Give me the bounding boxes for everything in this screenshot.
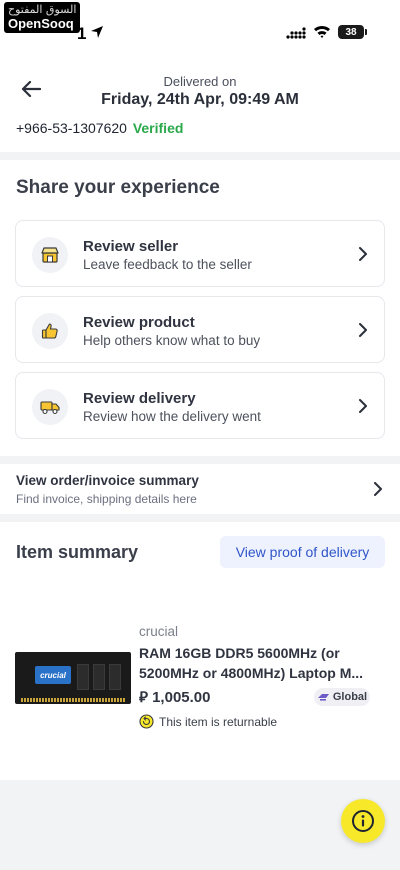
info-icon — [352, 810, 374, 832]
returnable-notice: This item is returnable — [139, 714, 277, 729]
section-title: Share your experience — [16, 177, 220, 198]
memory-chip — [77, 664, 89, 690]
cellular-signal-icon — [286, 27, 306, 39]
review-seller-card[interactable]: Review seller Leave feedback to the sell… — [15, 220, 385, 287]
delivery-truck-icon — [32, 389, 68, 425]
delivery-datetime: Friday, 24th Apr, 09:49 AM — [101, 91, 299, 108]
product-label: crucial — [35, 666, 71, 684]
product-brand: crucial — [139, 624, 179, 639]
chevron-right-icon — [374, 482, 382, 496]
badge-label: Global — [332, 691, 368, 703]
returnable-icon — [139, 714, 154, 729]
verified-badge: Verified — [132, 120, 184, 136]
memory-chip — [109, 664, 121, 690]
gold-contacts — [21, 698, 125, 702]
battery-level: 38 — [345, 26, 357, 38]
wifi-icon — [314, 25, 330, 38]
product-name[interactable]: RAM 16GB DDR5 5600MHz (or 5200MHz or 480… — [139, 643, 379, 683]
thumbs-up-icon — [32, 313, 68, 349]
returnable-text: This item is returnable — [159, 714, 278, 729]
share-experience-section: Share your experience Review seller Leav… — [0, 160, 400, 456]
product-thumbnail[interactable]: crucial — [15, 652, 131, 704]
card-subtitle: Help others know what to buy — [83, 333, 261, 348]
riyal-currency-icon: ⃁ — [139, 689, 148, 706]
delivered-on-label: Delivered on — [163, 74, 237, 89]
opensooq-watermark: السوق المفتوح OpenSooq — [4, 2, 81, 33]
contact-phone-row: +966-53-1307620 Verified — [0, 120, 400, 152]
page-header: Delivered on Friday, 24th Apr, 09:49 AM — [0, 60, 400, 120]
price-value: 1,005.00 — [152, 689, 211, 706]
memory-chip — [93, 664, 105, 690]
watermark-brand: OpenSooq — [8, 16, 74, 31]
global-badge: Global — [314, 688, 370, 706]
view-proof-of-delivery-button[interactable]: View proof of delivery — [220, 536, 385, 568]
chevron-right-icon — [359, 247, 367, 261]
card-subtitle: Review how the delivery went — [83, 409, 261, 424]
global-shipping-icon — [317, 694, 329, 701]
item-summary-title: Item summary — [16, 542, 139, 562]
card-title: Review seller — [83, 238, 179, 255]
card-subtitle: Leave feedback to the seller — [83, 257, 252, 272]
chevron-right-icon — [359, 399, 367, 413]
watermark-arabic: السوق المفتوح — [8, 3, 77, 16]
status-bar: السوق المفتوح OpenSooq 1 38 — [0, 0, 400, 60]
phone-number: +966-53-1307620 — [16, 120, 127, 136]
order-summary-subtitle: Find invoice, shipping details here — [16, 492, 197, 506]
battery-indicator: 38 — [338, 25, 367, 39]
order-invoice-summary-row[interactable]: View order/invoice summary Find invoice,… — [0, 464, 400, 514]
help-button[interactable] — [341, 799, 385, 843]
status-time: 1 — [77, 24, 87, 43]
order-summary-title: View order/invoice summary — [16, 473, 199, 488]
card-title: Review product — [83, 314, 195, 331]
location-arrow-icon — [91, 26, 103, 38]
card-title: Review delivery — [83, 390, 196, 407]
review-delivery-card[interactable]: Review delivery Review how the delivery … — [15, 372, 385, 439]
item-summary-section: Item summary View proof of delivery cruc… — [0, 522, 400, 780]
store-icon — [32, 237, 68, 273]
review-product-card[interactable]: Review product Help others know what to … — [15, 296, 385, 363]
chevron-right-icon — [359, 323, 367, 337]
product-price: ⃁ 1,005.00 — [139, 688, 210, 707]
